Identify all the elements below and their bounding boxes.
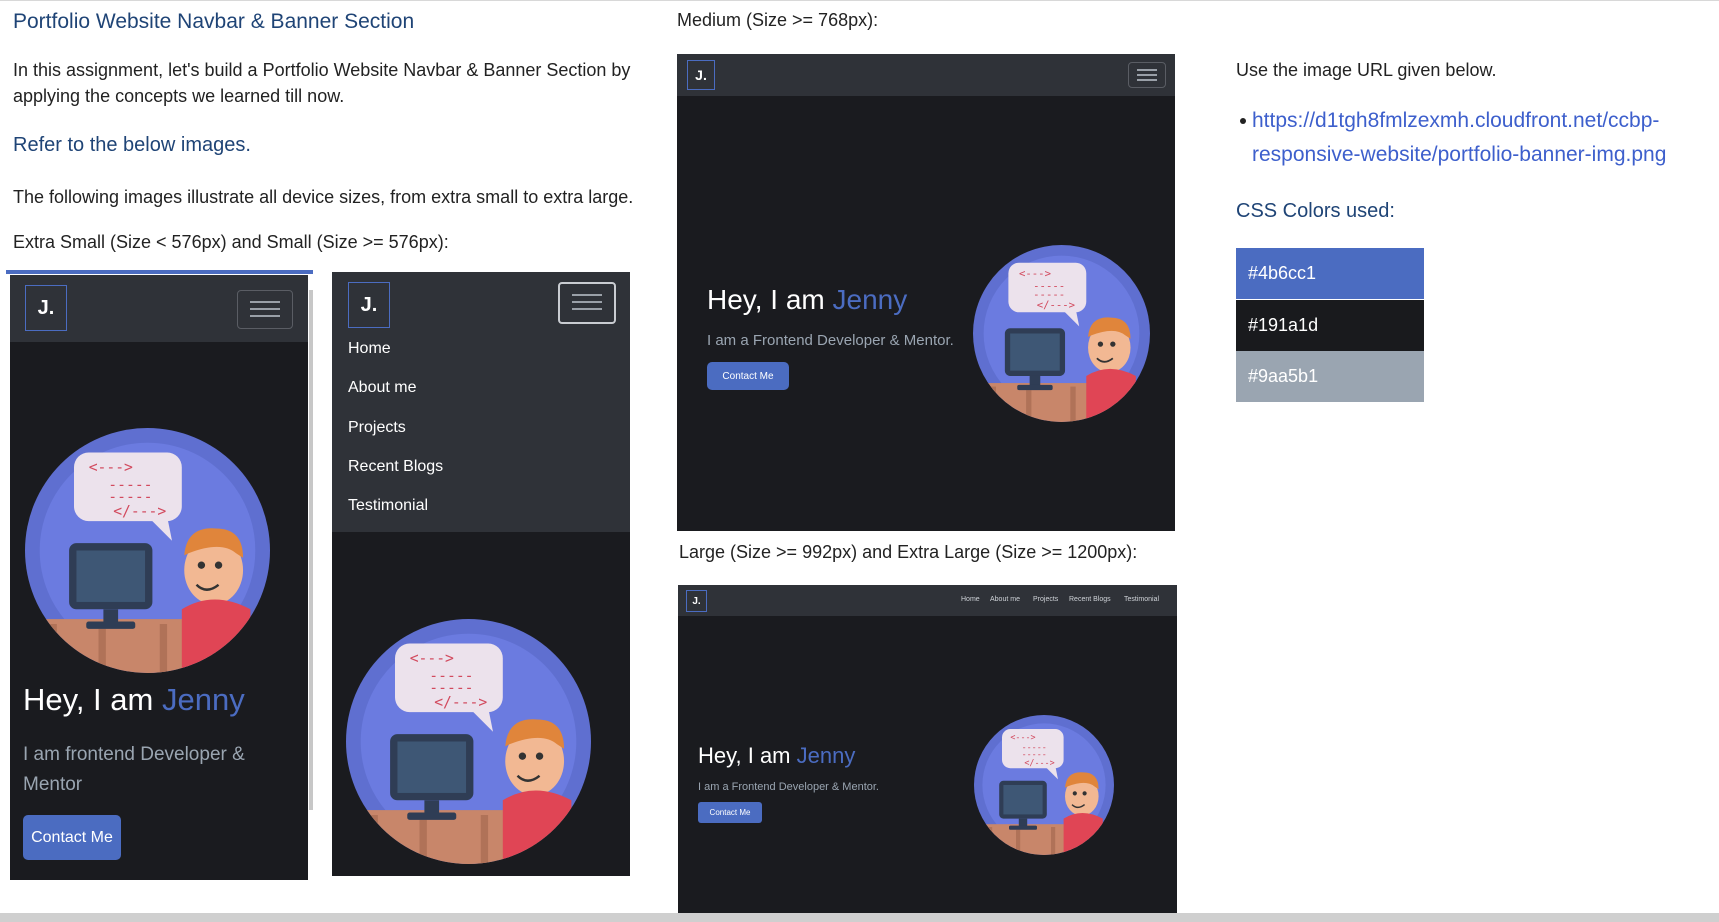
lg-mockup: J. Home About me Projects Recent Blogs T…	[678, 585, 1177, 915]
hero-description: I am a Frontend Developer & Mentor.	[707, 332, 954, 349]
md-caption: Medium (Size >= 768px):	[677, 10, 879, 30]
contact-me-button[interactable]: Contact Me	[698, 802, 762, 823]
banner-illustration: <---> ----- ----- </--->	[25, 428, 270, 673]
svg-text:<--->: <--->	[1010, 732, 1035, 742]
svg-text:</--->: </--->	[434, 694, 487, 711]
page-title: Portfolio Website Navbar & Banner Sectio…	[13, 10, 415, 33]
sm-navbar: J. Home About me Projects Recent Blogs T…	[332, 272, 630, 532]
hero-greeting: Hey, I am	[698, 743, 797, 768]
nav-item-about[interactable]: About me	[348, 379, 416, 397]
refer-heading: Refer to the below images.	[13, 134, 251, 156]
intro-paragraph: In this assignment, let's build a Portfo…	[13, 60, 631, 106]
hero-greeting: Hey, I am	[707, 284, 833, 315]
url-line-1: https://d1tgh8fmlzexmh.cloudfront.net/cc…	[1252, 109, 1660, 132]
svg-text:</--->: </--->	[1024, 757, 1054, 767]
nav-item-projects[interactable]: Projects	[1033, 596, 1058, 603]
nav-item-recent-blogs[interactable]: Recent Blogs	[348, 458, 443, 476]
nav-item-home[interactable]: Home	[961, 596, 980, 603]
banner-illustration: <---> ----- ----- </--->	[346, 619, 591, 864]
hero-heading: Hey, I am Jenny	[23, 682, 245, 718]
svg-text:</--->: </--->	[113, 503, 166, 520]
svg-text:</--->: </--->	[1037, 299, 1075, 312]
nav-item-recent-blogs[interactable]: Recent Blogs	[1069, 596, 1111, 603]
horizontal-scrollbar[interactable]	[0, 913, 1719, 922]
xs-mockup: J. <---> ----- ----- </---> Hey, I am Je…	[10, 275, 308, 880]
top-border	[0, 0, 1719, 1]
nav-item-about[interactable]: About me	[990, 596, 1020, 603]
hero-description: I am a Frontend Developer & Mentor.	[698, 781, 879, 793]
hero-name: Jenny	[832, 284, 908, 315]
logo[interactable]: J.	[687, 60, 715, 90]
svg-text:<--->: <--->	[89, 459, 133, 476]
navbar-toggler[interactable]	[237, 290, 293, 329]
url-line-2: responsive-website/portfolio-banner-img.…	[1252, 143, 1667, 166]
md-navbar: J.	[677, 54, 1175, 96]
bullet-icon	[1240, 118, 1246, 124]
lg-caption: Large (Size >= 992px) and Extra Large (S…	[679, 542, 1138, 562]
nav-item-projects[interactable]: Projects	[348, 419, 406, 437]
banner-illustration: <---> ----- ----- </--->	[974, 715, 1114, 855]
logo[interactable]: J.	[348, 282, 390, 328]
sizes-paragraph: The following images illustrate all devi…	[13, 187, 634, 207]
navbar-toggler[interactable]	[1128, 62, 1166, 88]
sm-mockup: J. Home About me Projects Recent Blogs T…	[332, 272, 630, 876]
navbar-toggler[interactable]	[558, 282, 616, 324]
contact-me-button[interactable]: Contact Me	[707, 362, 789, 390]
nav-item-home[interactable]: Home	[348, 340, 391, 358]
color-swatch-gray: #9aa5b1	[1236, 351, 1424, 402]
logo[interactable]: J.	[686, 590, 707, 612]
svg-text:<--->: <--->	[410, 650, 454, 667]
svg-text:<--->: <--->	[1019, 267, 1051, 280]
nav-item-testimonial[interactable]: Testimonial	[1124, 596, 1159, 603]
hero-description: I am frontend Developer & Mentor	[23, 744, 245, 795]
logo[interactable]: J.	[25, 285, 67, 331]
colors-heading: CSS Colors used:	[1236, 200, 1395, 222]
banner-illustration: <---> ----- ----- </--->	[973, 245, 1150, 422]
scrollbar[interactable]	[309, 290, 313, 810]
md-mockup: J. Hey, I am Jenny I am a Frontend Devel…	[677, 54, 1175, 531]
hero-greeting: Hey, I am	[23, 682, 162, 717]
hero-name: Jenny	[161, 682, 245, 717]
banner-image-url-link[interactable]: https://d1tgh8fmlzexmh.cloudfront.net/cc…	[1252, 104, 1712, 172]
url-list: https://d1tgh8fmlzexmh.cloudfront.net/cc…	[1240, 104, 1712, 172]
hero-heading: Hey, I am Jenny	[707, 284, 907, 316]
active-outline	[6, 270, 313, 274]
xs-caption: Extra Small (Size < 576px) and Small (Si…	[13, 232, 449, 252]
nav-item-testimonial[interactable]: Testimonial	[348, 497, 428, 515]
color-swatch-primary: #4b6cc1	[1236, 248, 1424, 299]
contact-me-button[interactable]: Contact Me	[23, 815, 121, 860]
hero-name: Jenny	[796, 743, 856, 768]
xs-navbar: J.	[10, 275, 308, 342]
lg-navbar: J. Home About me Projects Recent Blogs T…	[678, 585, 1177, 616]
hero-heading: Hey, I am Jenny	[698, 743, 855, 769]
use-url-text: Use the image URL given below.	[1236, 60, 1497, 80]
color-swatch-dark: #191a1d	[1236, 300, 1424, 351]
